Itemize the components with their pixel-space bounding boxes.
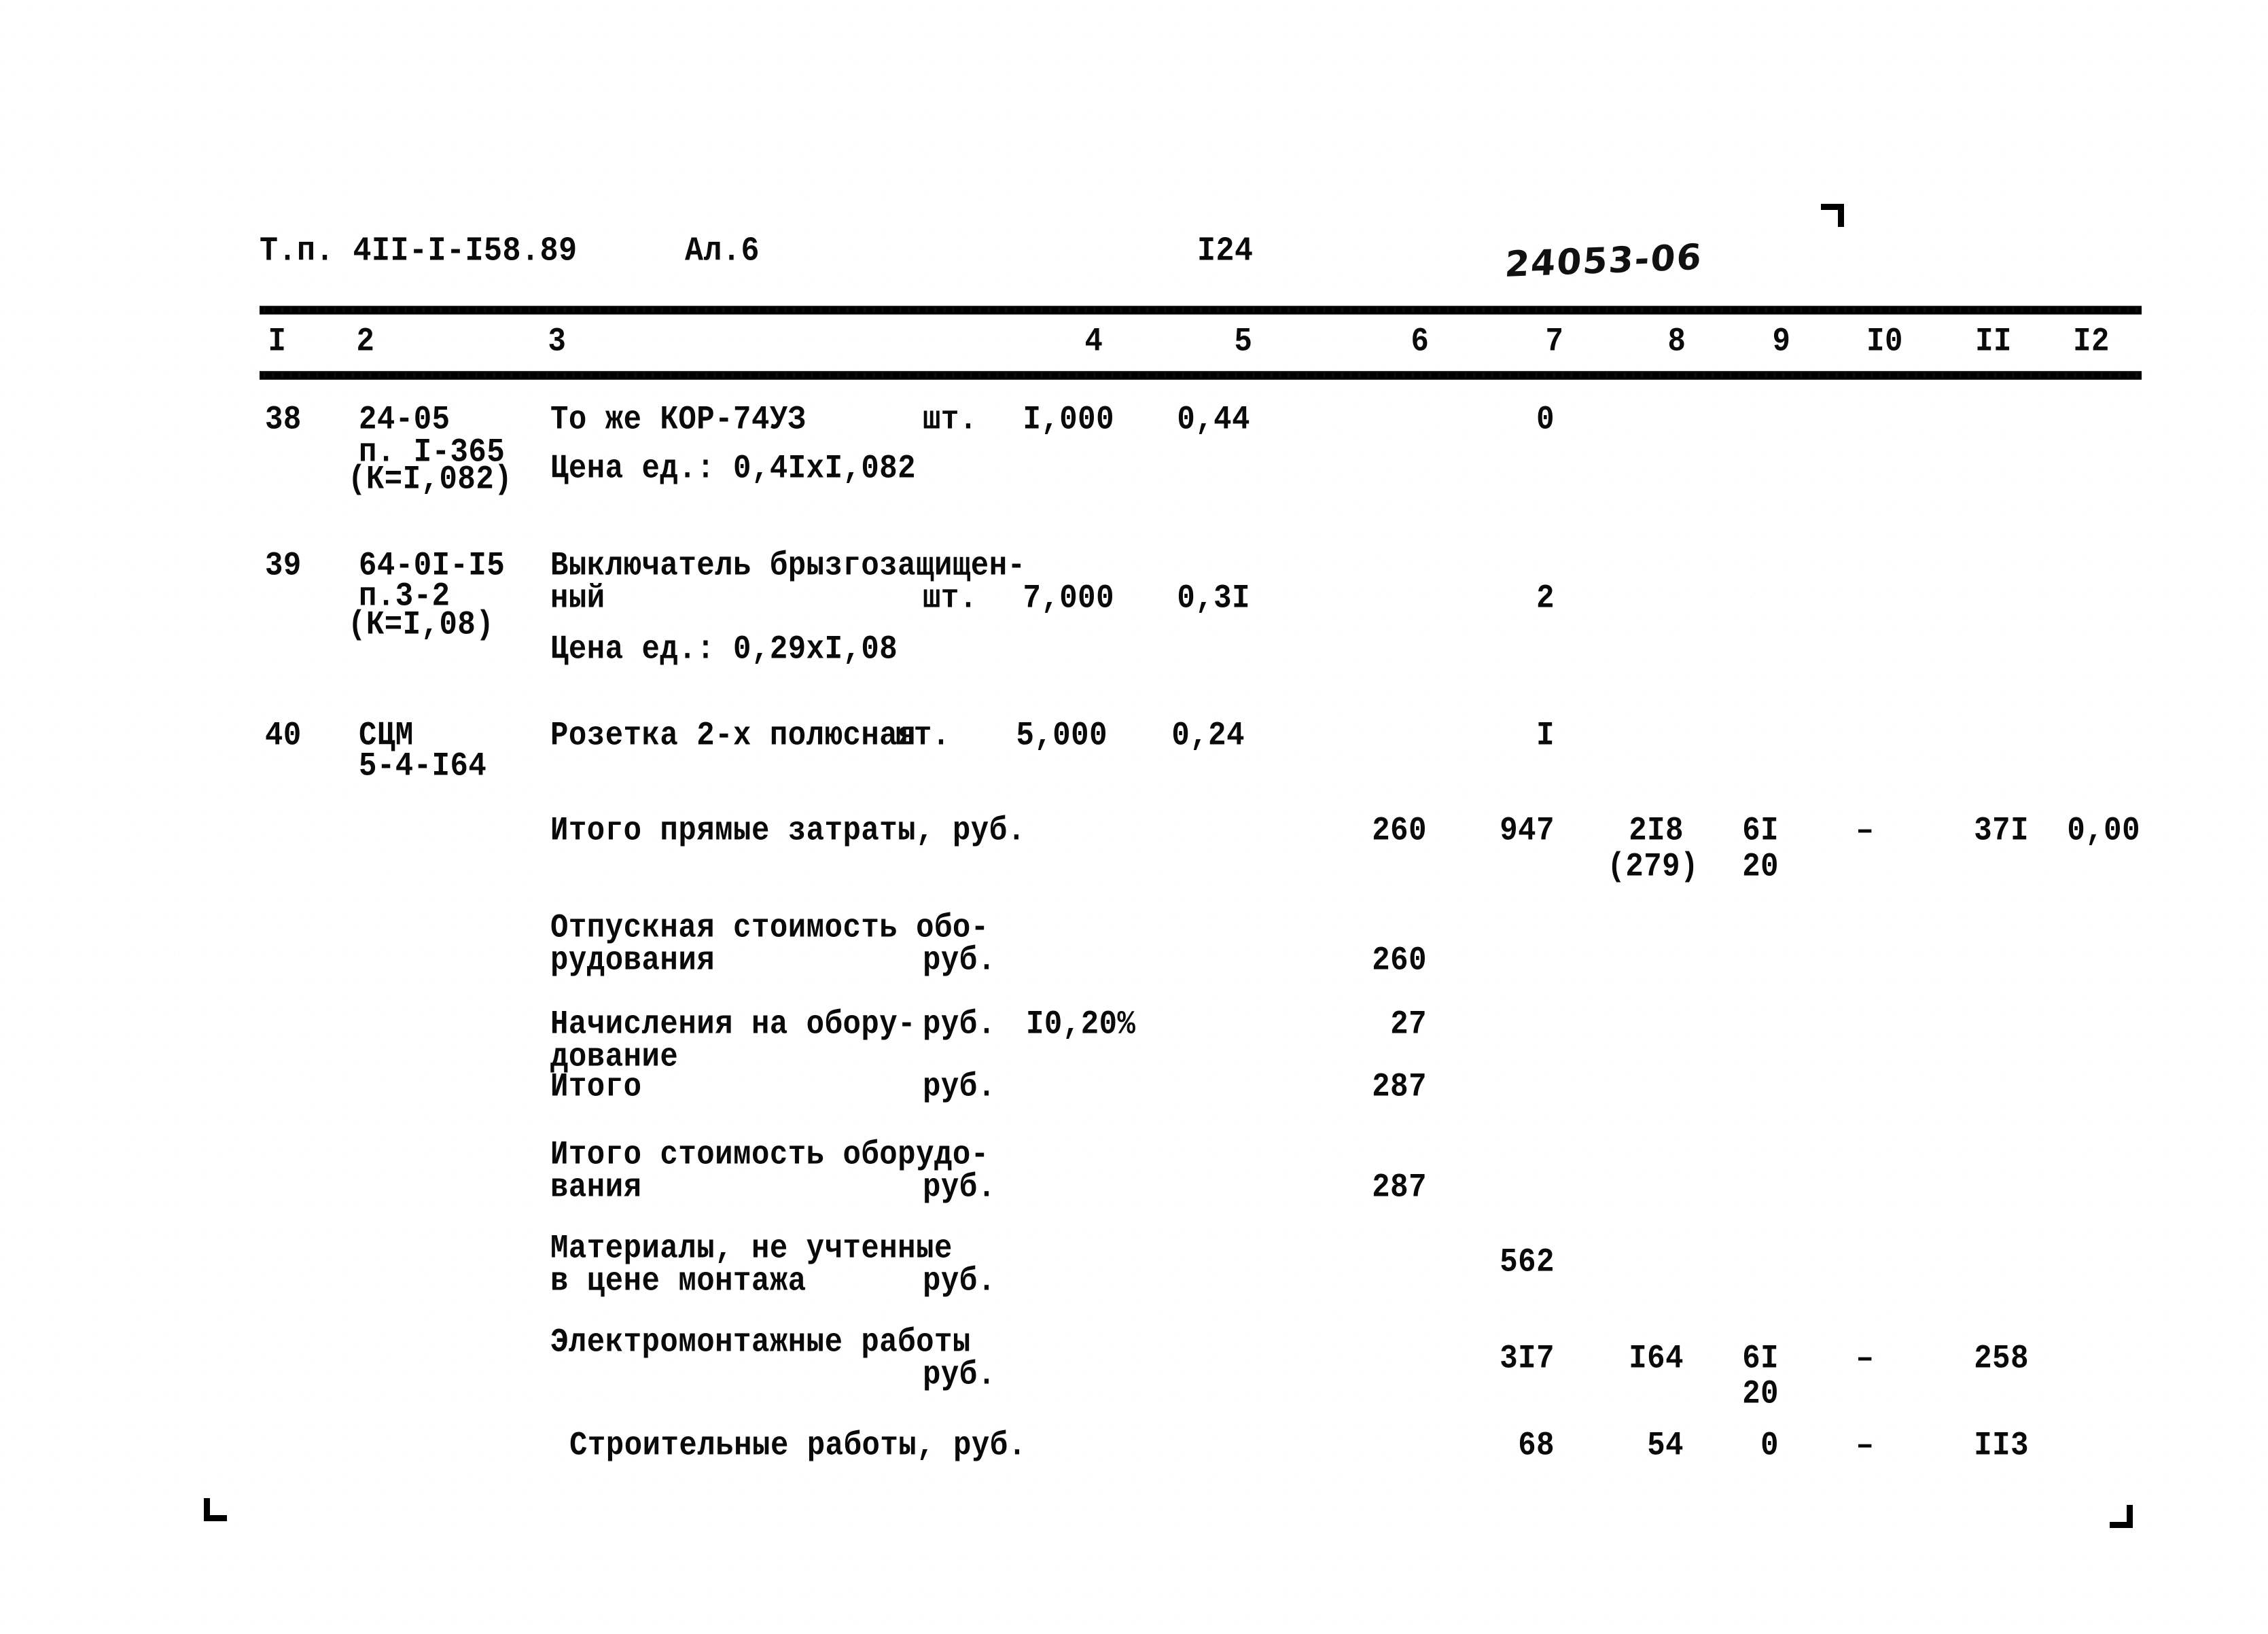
row-description-cont: ный — [550, 580, 605, 618]
row-code-line-3: (К=I,082) — [348, 461, 513, 499]
summary-col8: 54 — [1647, 1427, 1684, 1465]
row-col7: 2 — [1536, 580, 1555, 618]
album-label: Ал.6 — [685, 232, 760, 271]
row-unit-price: Цена ед.: 0,4IxI,082 — [550, 450, 917, 488]
summary-label-cont: вания — [550, 1169, 642, 1207]
row-unit: шт. — [896, 717, 951, 755]
row-col4: I,000 — [1023, 401, 1114, 439]
summary-col7: 3I7 — [1500, 1340, 1555, 1378]
table-header-rule — [260, 371, 2142, 380]
column-number-6: 6 — [1411, 323, 1430, 361]
column-number-3: 3 — [548, 323, 567, 361]
summary-label: Итого прямые затраты, руб. — [550, 812, 1026, 850]
summary-label: Строительные работы, руб. — [569, 1427, 1027, 1465]
summary-col10: – — [1856, 812, 1875, 850]
summary-col6: 287 — [1372, 1169, 1427, 1207]
table-top-rule — [260, 306, 2142, 315]
summary-unit: руб. — [923, 1356, 996, 1394]
summary-col6: 287 — [1372, 1068, 1427, 1106]
column-number-9: 9 — [1772, 323, 1791, 361]
column-number-7: 7 — [1545, 323, 1564, 361]
summary-col10: – — [1856, 1427, 1875, 1465]
column-number-4: 4 — [1084, 323, 1103, 361]
project-code: Т.п. 4II-I-I58.89 — [260, 232, 578, 271]
summary-col7: 68 — [1518, 1427, 1555, 1465]
row-col7: I — [1536, 717, 1555, 755]
row-unit: шт. — [923, 401, 978, 439]
column-number-5: 5 — [1234, 323, 1253, 361]
corner-mark-bottom-left — [204, 1498, 227, 1521]
row-code-line-3: (К=I,08) — [348, 606, 495, 644]
summary-col8: I64 — [1629, 1340, 1684, 1378]
column-number-8: 8 — [1667, 323, 1686, 361]
summary-label-cont: в цене монтажа — [550, 1262, 807, 1300]
row-unit-price: Цена ед.: 0,29xI,08 — [550, 630, 898, 669]
summary-unit: руб. — [923, 1006, 996, 1044]
summary-col6: 27 — [1390, 1006, 1427, 1044]
column-number-2: 2 — [356, 323, 375, 361]
summary-col11: 37I — [1974, 812, 2029, 850]
row-col5: 0,3I — [1177, 580, 1250, 618]
summary-col9-sub: 20 — [1742, 848, 1779, 886]
summary-col9: 6I — [1742, 1340, 1779, 1378]
corner-mark-top-right — [1821, 204, 1844, 227]
summary-label-cont: рудования — [550, 942, 715, 980]
handwritten-annotation: 24053-06 — [1504, 236, 1704, 286]
summary-unit: руб. — [923, 1262, 996, 1300]
row-code-line-2: 5-4-I64 — [359, 747, 487, 785]
summary-col9: 0 — [1760, 1427, 1779, 1465]
row-description: То же КОР-74УЗ — [550, 401, 807, 439]
column-number-11: II — [1975, 323, 2012, 361]
summary-unit: руб. — [923, 1169, 996, 1207]
summary-col10: – — [1856, 1340, 1875, 1378]
row-number: 38 — [265, 401, 302, 439]
row-number: 39 — [265, 547, 302, 585]
row-col7: 0 — [1536, 401, 1555, 439]
row-description: Розетка 2-х полюсная — [550, 717, 917, 755]
summary-col7: 947 — [1500, 812, 1555, 850]
summary-col6: 260 — [1372, 942, 1427, 980]
summary-col9-sub: 20 — [1742, 1375, 1779, 1413]
summary-label: Электромонтажные работы — [550, 1324, 971, 1362]
summary-label: Итого — [550, 1068, 642, 1106]
summary-col8: 2I8 — [1629, 812, 1684, 850]
summary-col8-sub: (279) — [1607, 848, 1699, 886]
summary-col7: 562 — [1500, 1243, 1555, 1281]
summary-col11: II3 — [1974, 1427, 2029, 1465]
column-number-10: I0 — [1866, 323, 1903, 361]
summary-unit: руб. — [923, 942, 996, 980]
row-col5: 0,24 — [1171, 717, 1245, 755]
scanned-document-page: Т.п. 4II-I-I58.89 Ал.6 I24 24053-06 I 2 … — [0, 0, 2268, 1634]
page-number: I24 — [1197, 232, 1254, 271]
row-col4: 5,000 — [1016, 717, 1108, 755]
summary-col12: 0,00 — [2067, 812, 2140, 850]
summary-unit: руб. — [923, 1068, 996, 1106]
corner-mark-bottom-right — [2110, 1505, 2133, 1528]
column-number-12: I2 — [2073, 323, 2110, 361]
row-number: 40 — [265, 717, 302, 755]
row-unit: шт. — [923, 580, 978, 618]
row-col5: 0,44 — [1177, 401, 1250, 439]
summary-col6: 260 — [1372, 812, 1427, 850]
row-col4: 7,000 — [1023, 580, 1114, 618]
summary-col9: 6I — [1742, 812, 1779, 850]
summary-rate: I0,20% — [1026, 1006, 1136, 1044]
column-number-1: I — [268, 323, 287, 361]
summary-col11: 258 — [1974, 1340, 2029, 1378]
